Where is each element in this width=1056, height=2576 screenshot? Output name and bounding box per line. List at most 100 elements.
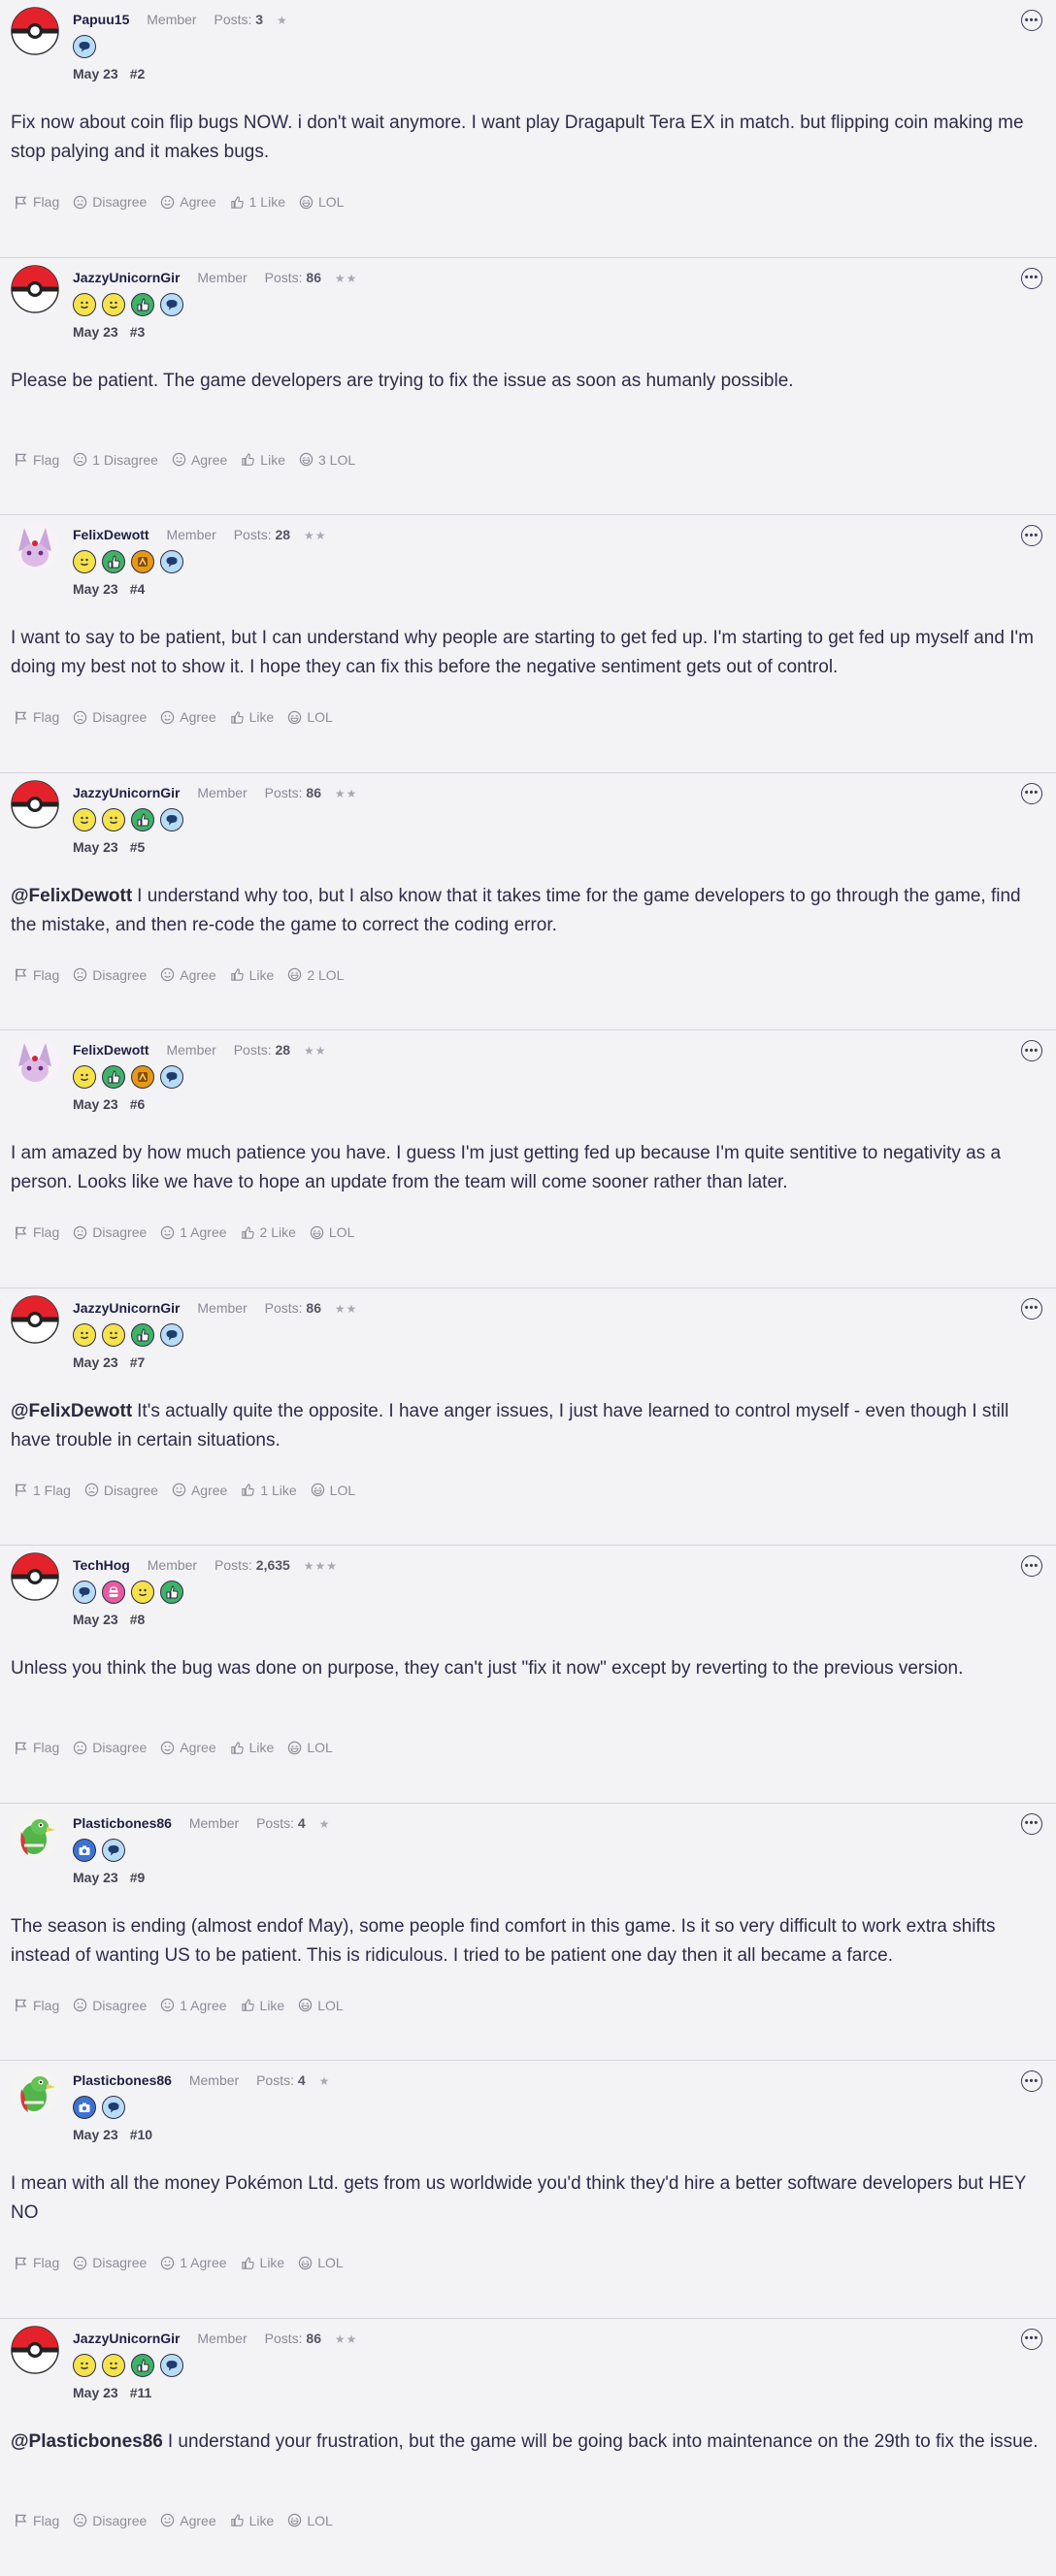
username-link[interactable]: FelixDewott bbox=[73, 1042, 149, 1058]
post-date-text[interactable]: May 23 bbox=[73, 581, 118, 597]
lol-button[interactable]: 3 LOL bbox=[299, 452, 355, 468]
avatar[interactable] bbox=[11, 265, 59, 313]
lol-button[interactable]: 2 LOL bbox=[287, 967, 344, 983]
post-number[interactable]: #7 bbox=[130, 1354, 146, 1370]
disagree-button[interactable]: 1 Disagree bbox=[73, 452, 158, 468]
like-button[interactable]: 2 Like bbox=[241, 1224, 296, 1240]
avatar[interactable] bbox=[11, 522, 59, 571]
smile-badge-icon[interactable] bbox=[73, 2354, 96, 2377]
smile-badge-icon[interactable] bbox=[73, 293, 96, 316]
post-menu-button[interactable]: ••• bbox=[1021, 268, 1042, 289]
camera-badge-icon[interactable] bbox=[73, 1839, 96, 1862]
post-date-text[interactable]: May 23 bbox=[73, 1870, 118, 1885]
post-number[interactable]: #8 bbox=[130, 1612, 146, 1627]
thumbs-up-badge-icon[interactable] bbox=[131, 293, 154, 316]
post-menu-button[interactable]: ••• bbox=[1021, 2329, 1042, 2350]
chat-bubble-badge-icon[interactable] bbox=[160, 2354, 183, 2377]
chat-bubble-badge-icon[interactable] bbox=[102, 2096, 125, 2119]
username-link[interactable]: FelixDewott bbox=[73, 527, 149, 542]
agree-button[interactable]: Agree bbox=[172, 1483, 227, 1498]
smile-badge-icon[interactable] bbox=[102, 1323, 125, 1347]
flag-button[interactable]: Flag bbox=[14, 452, 59, 468]
agree-button[interactable]: Agree bbox=[160, 967, 215, 983]
flag-button[interactable]: Flag bbox=[14, 194, 59, 210]
lol-button[interactable]: LOL bbox=[299, 194, 344, 210]
flag-button[interactable]: Flag bbox=[14, 709, 59, 725]
flag-button[interactable]: Flag bbox=[14, 1740, 59, 1755]
like-button[interactable]: Like bbox=[230, 967, 275, 983]
briefcase-badge-icon[interactable] bbox=[102, 1581, 125, 1604]
agree-button[interactable]: Agree bbox=[172, 452, 227, 468]
post-date-text[interactable]: May 23 bbox=[73, 1354, 118, 1370]
avatar[interactable] bbox=[11, 780, 59, 829]
avatar[interactable] bbox=[11, 2326, 59, 2374]
flag-button[interactable]: Flag bbox=[14, 2513, 59, 2528]
trophy-badge-icon[interactable] bbox=[131, 1065, 154, 1089]
avatar[interactable] bbox=[11, 1295, 59, 1344]
post-menu-button[interactable]: ••• bbox=[1021, 2071, 1042, 2092]
avatar[interactable] bbox=[11, 2068, 59, 2116]
like-button[interactable]: Like bbox=[230, 709, 275, 725]
username-link[interactable]: JazzyUnicornGir bbox=[73, 785, 180, 800]
camera-badge-icon[interactable] bbox=[73, 2096, 96, 2119]
username-link[interactable]: JazzyUnicornGir bbox=[73, 2331, 180, 2346]
post-date-text[interactable]: May 23 bbox=[73, 2385, 118, 2400]
disagree-button[interactable]: Disagree bbox=[73, 1740, 147, 1755]
like-button[interactable]: Like bbox=[241, 2255, 285, 2270]
chat-bubble-badge-icon[interactable] bbox=[73, 35, 96, 58]
trophy-badge-icon[interactable] bbox=[131, 550, 154, 573]
lol-button[interactable]: LOL bbox=[310, 1224, 354, 1240]
disagree-button[interactable]: Disagree bbox=[73, 1998, 147, 2013]
chat-bubble-badge-icon[interactable] bbox=[160, 1323, 183, 1347]
avatar[interactable] bbox=[11, 1552, 59, 1601]
mention-link[interactable]: @Plasticbones86 bbox=[11, 2431, 163, 2452]
post-number[interactable]: #4 bbox=[130, 581, 146, 597]
thumbs-up-badge-icon[interactable] bbox=[102, 550, 125, 573]
post-menu-button[interactable]: ••• bbox=[1021, 1813, 1042, 1835]
chat-bubble-badge-icon[interactable] bbox=[160, 808, 183, 831]
disagree-button[interactable]: Disagree bbox=[73, 2255, 147, 2270]
chat-bubble-badge-icon[interactable] bbox=[73, 1581, 96, 1604]
post-menu-button[interactable]: ••• bbox=[1021, 1298, 1042, 1320]
post-menu-button[interactable]: ••• bbox=[1021, 10, 1042, 31]
thumbs-up-badge-icon[interactable] bbox=[131, 808, 154, 831]
post-number[interactable]: #5 bbox=[130, 839, 146, 855]
disagree-button[interactable]: Disagree bbox=[73, 2513, 147, 2528]
like-button[interactable]: Like bbox=[241, 1998, 285, 2013]
like-button[interactable]: 1 Like bbox=[230, 194, 285, 210]
thumbs-up-badge-icon[interactable] bbox=[102, 1065, 125, 1089]
disagree-button[interactable]: Disagree bbox=[73, 709, 147, 725]
username-link[interactable]: Plasticbones86 bbox=[73, 2072, 172, 2088]
lol-button[interactable]: LOL bbox=[311, 1483, 355, 1498]
flag-button[interactable]: 1 Flag bbox=[14, 1483, 71, 1498]
like-button[interactable]: 1 Like bbox=[241, 1483, 296, 1498]
lol-button[interactable]: LOL bbox=[287, 2513, 332, 2528]
flag-button[interactable]: Flag bbox=[14, 1998, 59, 2013]
disagree-button[interactable]: Disagree bbox=[73, 194, 147, 210]
post-number[interactable]: #2 bbox=[130, 66, 146, 82]
smile-badge-icon[interactable] bbox=[102, 2354, 125, 2377]
smile-badge-icon[interactable] bbox=[131, 1581, 154, 1604]
mention-link[interactable]: @FelixDewott bbox=[11, 1401, 132, 1421]
agree-button[interactable]: Agree bbox=[160, 709, 215, 725]
avatar[interactable] bbox=[11, 1037, 59, 1086]
thumbs-up-badge-icon[interactable] bbox=[131, 2354, 154, 2377]
agree-button[interactable]: 1 Agree bbox=[160, 2255, 226, 2270]
smile-badge-icon[interactable] bbox=[73, 1065, 96, 1089]
post-menu-button[interactable]: ••• bbox=[1021, 525, 1042, 546]
username-link[interactable]: JazzyUnicornGir bbox=[73, 1300, 180, 1316]
post-date-text[interactable]: May 23 bbox=[73, 324, 118, 340]
avatar[interactable] bbox=[11, 7, 59, 55]
post-number[interactable]: #10 bbox=[130, 2127, 152, 2142]
mention-link[interactable]: @FelixDewott bbox=[11, 886, 132, 906]
smile-badge-icon[interactable] bbox=[73, 1323, 96, 1347]
username-link[interactable]: JazzyUnicornGir bbox=[73, 270, 180, 285]
thumbs-up-badge-icon[interactable] bbox=[160, 1581, 183, 1604]
post-number[interactable]: #3 bbox=[130, 324, 146, 340]
smile-badge-icon[interactable] bbox=[102, 293, 125, 316]
agree-button[interactable]: 1 Agree bbox=[160, 1998, 226, 2013]
post-number[interactable]: #6 bbox=[130, 1096, 146, 1112]
smile-badge-icon[interactable] bbox=[102, 808, 125, 831]
post-number[interactable]: #11 bbox=[130, 2385, 152, 2400]
chat-bubble-badge-icon[interactable] bbox=[160, 1065, 183, 1089]
